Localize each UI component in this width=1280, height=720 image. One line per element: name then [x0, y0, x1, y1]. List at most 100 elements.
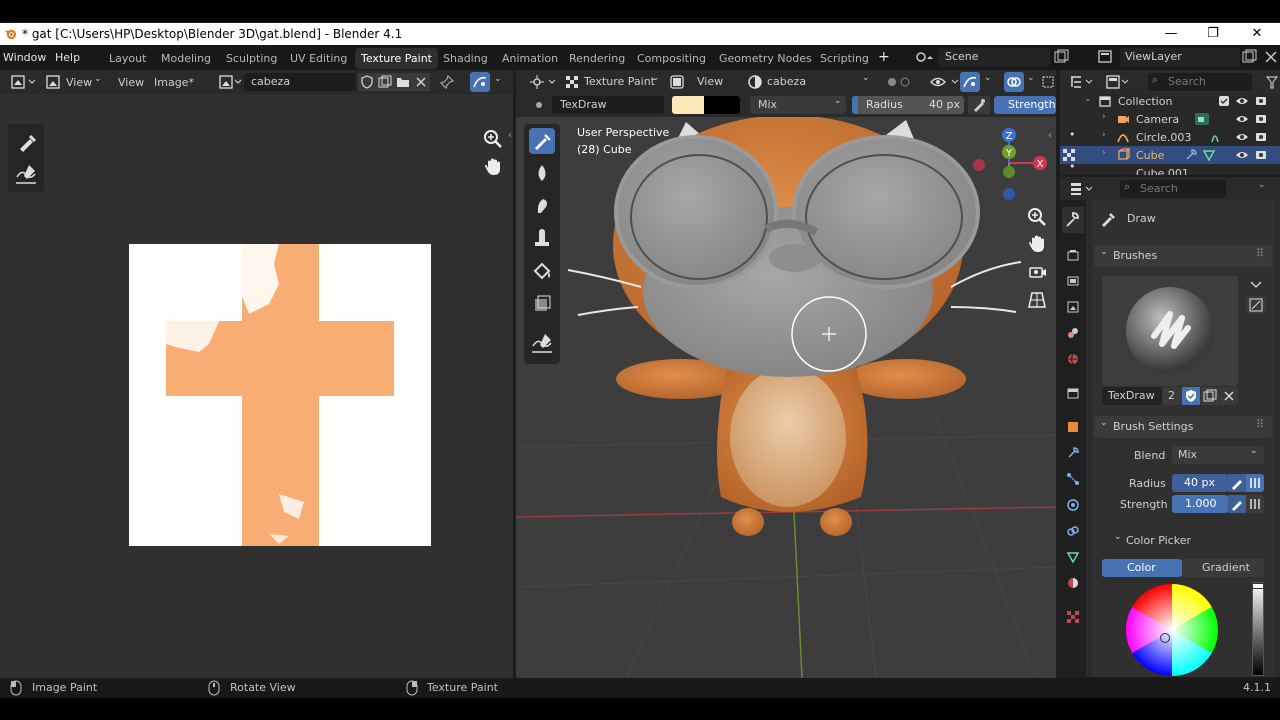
open-folder-icon[interactable]	[394, 73, 412, 91]
color-tab[interactable]: Color	[1102, 559, 1182, 577]
fill-tool-icon[interactable]	[529, 258, 555, 284]
fake-user-shield-icon[interactable]	[358, 73, 376, 91]
gradient-tab[interactable]: Gradient	[1182, 559, 1264, 577]
brush-settings-panel-header[interactable]: ⌄ Brush Settings ⠿	[1094, 416, 1272, 438]
secondary-color-swatch[interactable]	[704, 96, 740, 114]
eye-icon[interactable]	[1235, 149, 1249, 161]
camera-render-icon[interactable]	[1254, 113, 1268, 125]
minimize-button[interactable]: —	[1150, 23, 1192, 45]
tab-animation[interactable]: Animation	[496, 48, 564, 69]
drag-handle-icon[interactable]: ⠿	[1256, 247, 1264, 260]
menu-help[interactable]: Help	[55, 51, 80, 64]
chevron-down-icon[interactable]: ⌄	[984, 73, 992, 83]
expand-icon[interactable]: ›	[1102, 148, 1106, 158]
brush-datablock-name[interactable]: TexDraw	[1102, 387, 1162, 405]
world-tab-icon[interactable]	[1066, 352, 1080, 366]
value-slider[interactable]	[1252, 582, 1264, 676]
primary-color-swatch[interactable]	[672, 96, 704, 114]
editor-type-3d-icon[interactable]	[528, 73, 558, 91]
brush-preview-chevron-icon[interactable]	[1246, 276, 1266, 292]
tab-compositing[interactable]: Compositing	[631, 48, 712, 69]
camera-render-icon[interactable]	[1254, 95, 1268, 107]
mode-dropdown[interactable]: Texture Paint	[584, 75, 655, 88]
strength-toggle-icon[interactable]	[1246, 495, 1264, 513]
filter-icon[interactable]	[1264, 73, 1280, 91]
constraints-tab-icon[interactable]	[1066, 524, 1080, 538]
overlays-icon[interactable]	[1004, 72, 1024, 92]
tab-texture-paint[interactable]: Texture Paint	[355, 48, 438, 69]
shading-ball-icon[interactable]	[884, 73, 912, 91]
outliner-editor-icon[interactable]	[1068, 73, 1096, 91]
editor-type-icon[interactable]	[10, 73, 38, 91]
browse-image-icon[interactable]	[218, 73, 244, 91]
perspective-grid-icon[interactable]	[1026, 289, 1048, 311]
pin-icon[interactable]	[438, 73, 456, 91]
viewport-view-menu[interactable]: View	[697, 75, 723, 88]
clone-tool-icon[interactable]	[529, 225, 555, 251]
uv-sync-icon[interactable]	[470, 72, 490, 92]
viewlayer-field[interactable]: ViewLayer	[1120, 48, 1240, 67]
collection-tab-icon[interactable]	[1066, 386, 1080, 400]
strength-pressure-pen-icon[interactable]	[1228, 495, 1246, 513]
viewlayer-new-icon[interactable]	[1240, 48, 1258, 66]
outliner-row-collection[interactable]: ⌄ Collection	[1060, 92, 1280, 110]
radius-slider[interactable]: Radius 40 px	[852, 96, 964, 114]
strength-slider[interactable]: Strength	[994, 96, 1056, 114]
image-mode-icon[interactable]	[44, 73, 62, 91]
unlink-brush-icon[interactable]	[1220, 387, 1238, 405]
zoom-icon[interactable]	[482, 128, 504, 150]
camera-render-icon[interactable]	[1254, 149, 1268, 161]
texture-image[interactable]	[129, 244, 431, 546]
chevron-down-icon[interactable]: ⌄	[1258, 180, 1266, 190]
render-tab-icon[interactable]	[1066, 248, 1080, 262]
view-layer-tab-icon[interactable]	[1066, 300, 1080, 314]
new-image-icon[interactable]	[376, 73, 394, 91]
radius-field[interactable]: 40 px	[1172, 474, 1228, 492]
value-slider-handle[interactable]	[1252, 583, 1264, 589]
properties-search[interactable]: ⌕ Search	[1120, 180, 1226, 198]
radius-pressure-pen-icon[interactable]	[1228, 474, 1246, 492]
tab-modeling[interactable]: Modeling	[155, 48, 217, 69]
brush-users-count[interactable]: 2	[1162, 387, 1182, 405]
menu-window[interactable]: Window	[3, 51, 46, 64]
tab-geometry-nodes[interactable]: Geometry Nodes	[713, 48, 818, 69]
scene-new-icon[interactable]	[1052, 48, 1070, 66]
brush-preview[interactable]	[1102, 276, 1238, 386]
particles-tab-icon[interactable]	[1066, 472, 1080, 486]
close-button[interactable]: ✕	[1236, 23, 1278, 45]
data-tab-icon[interactable]	[1066, 550, 1080, 564]
viewport-hand-pan-icon[interactable]	[1026, 233, 1048, 255]
physics-tab-icon[interactable]	[1066, 498, 1080, 512]
outliner-row-cube001[interactable]: • Cube.001	[1060, 164, 1280, 175]
tab-sculpting[interactable]: Sculpting	[220, 48, 283, 69]
texture-paint-mode-icon[interactable]	[563, 73, 581, 91]
color-picker-panel-header[interactable]: ⌄ Color Picker	[1108, 530, 1268, 550]
texture-slot-name[interactable]: cabeza	[767, 75, 806, 88]
viewlayer-icon[interactable]	[1096, 48, 1118, 66]
paint-mask-icon[interactable]	[668, 73, 686, 91]
chevron-down-icon[interactable]: ⌄	[1027, 73, 1035, 83]
brush-settings-icon[interactable]	[1246, 296, 1266, 314]
eye-icon[interactable]	[1235, 95, 1249, 107]
mask-tool-icon[interactable]	[529, 291, 555, 317]
navigation-gizmo[interactable]: Z X Y	[968, 126, 1050, 208]
image-name-field[interactable]: cabeza	[244, 73, 356, 91]
blend-dropdown[interactable]: Mix ⌄	[1172, 446, 1264, 464]
annotate-tool-3d-icon[interactable]	[529, 330, 555, 356]
chevron-down-icon[interactable]: ⌄	[494, 74, 502, 84]
xray-icon[interactable]	[1040, 73, 1056, 91]
tab-tool-active[interactable]	[1062, 207, 1084, 233]
expand-icon[interactable]: ›	[1102, 130, 1106, 140]
strength-field[interactable]: 1.000	[1172, 495, 1228, 513]
image-editor-view-menu[interactable]: View	[118, 76, 144, 89]
expand-icon[interactable]: ›	[1102, 112, 1106, 122]
tab-shading[interactable]: Shading	[437, 48, 494, 69]
drag-handle-icon[interactable]: ⠿	[1256, 418, 1264, 431]
material-tab-icon[interactable]	[1066, 576, 1080, 590]
brush-name-field[interactable]: TexDraw	[552, 96, 664, 114]
smear-tool-icon[interactable]	[529, 193, 555, 219]
outliner-search[interactable]: ⌕ Search	[1148, 73, 1252, 91]
blend-mode-dropdown[interactable]: Mix ⌄	[750, 96, 846, 114]
outliner-row-cube[interactable]: › Cube	[1060, 146, 1280, 164]
radius-unit-icon[interactable]	[1246, 474, 1264, 492]
